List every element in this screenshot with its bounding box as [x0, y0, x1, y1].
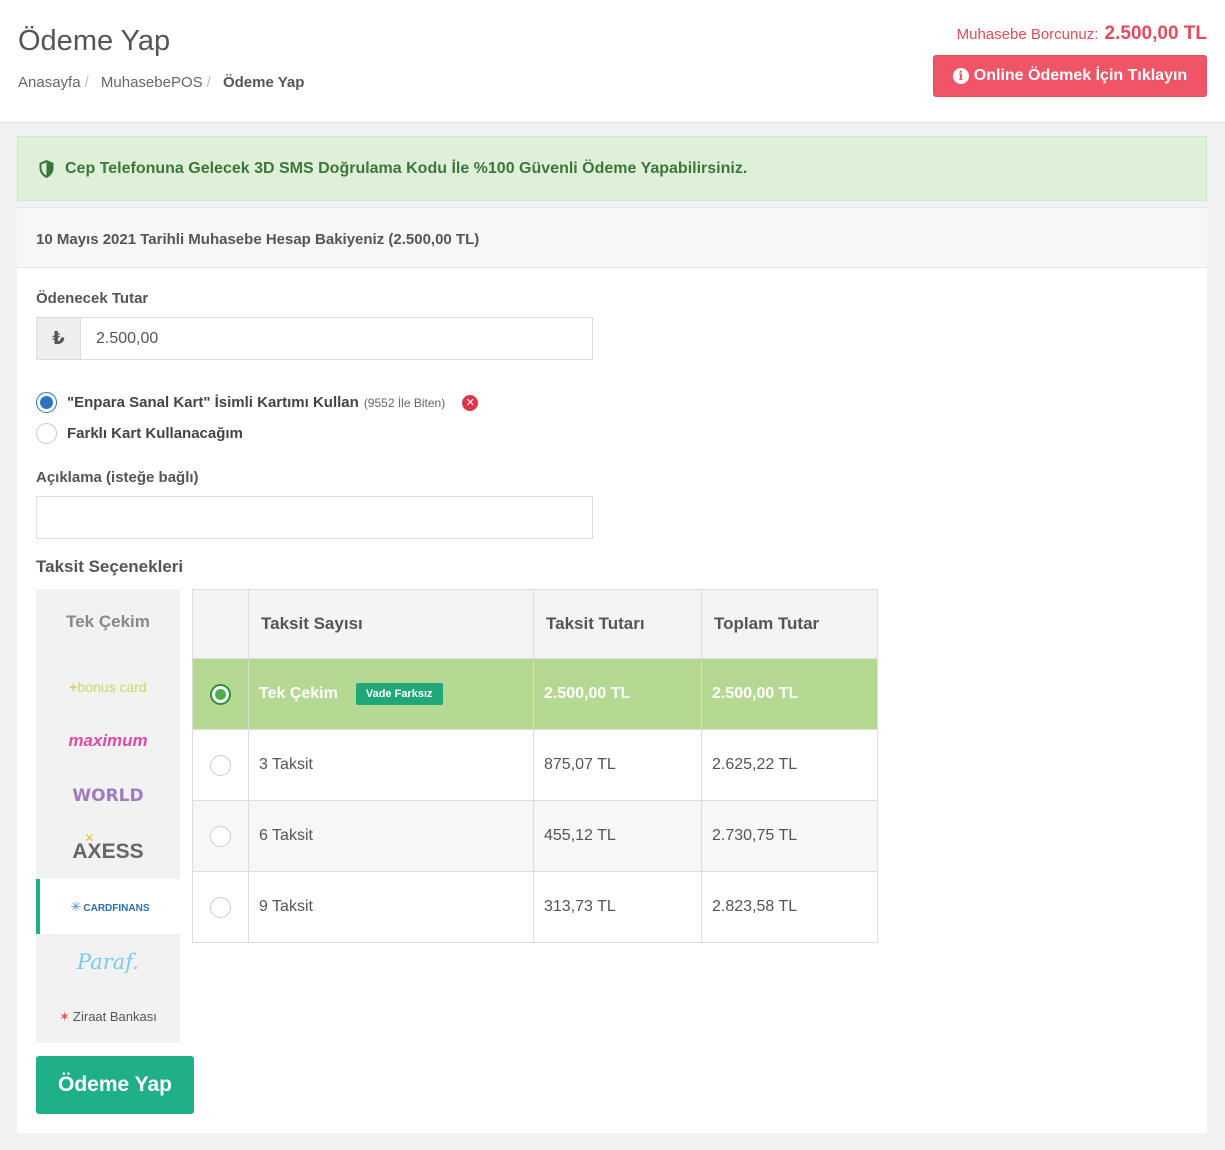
- info-icon: i: [952, 68, 969, 84]
- saved-card-suffix: (9552 İle Biten): [363, 395, 446, 410]
- bank-tab-axess[interactable]: ✕ AXESS: [36, 824, 180, 879]
- radio-header: [192, 589, 249, 659]
- installment-radio[interactable]: [210, 825, 231, 847]
- alert-text: Cep Telefonuna Gelecek 3D SMS Doğrulama …: [65, 159, 748, 177]
- cardfinans-logo: ✳ CARDFINANS: [70, 898, 150, 914]
- online-payment-button[interactable]: i Online Ödemek İçin Tıklayın: [933, 55, 1207, 97]
- header-total: Toplam Tutar: [701, 589, 878, 659]
- bank-tab-cardfinans[interactable]: ✳ CARDFINANS: [36, 879, 180, 934]
- balance-heading: 10 Mayıs 2021 Tarihli Muhasebe Hesap Bak…: [17, 207, 1207, 268]
- table-row[interactable]: 9 Taksit 313,73 TL 2.823,58 TL: [192, 871, 878, 943]
- breadcrumb: Anasayfa / MuhasebePOS / Ödeme Yap: [18, 74, 305, 91]
- description-input[interactable]: [36, 496, 593, 539]
- bank-tek-cekim-label: Tek Çekim: [66, 611, 150, 631]
- lira-icon: ₺: [37, 318, 81, 359]
- installment-total: 2.823,58 TL: [701, 871, 878, 943]
- installment-total: 2.625,22 TL: [701, 729, 878, 801]
- other-card-option[interactable]: Farklı Kart Kullanacağım: [36, 423, 243, 444]
- installment-amount: 313,73 TL: [533, 871, 702, 943]
- bank-tab-tek-cekim[interactable]: Tek Çekim: [36, 594, 180, 649]
- bank-tab-paraf[interactable]: Paraf.: [36, 934, 180, 989]
- installment-count: 3 Taksit: [248, 729, 534, 801]
- installment-amount: 455,12 TL: [533, 800, 702, 872]
- online-payment-label: Online Ödemek İçin Tıklayın: [973, 67, 1188, 84]
- saved-card-radio[interactable]: [36, 392, 57, 413]
- page-title: Ödeme Yap: [18, 25, 171, 57]
- header-installment: Taksit Tutarı: [533, 589, 702, 659]
- breadcrumb-muhasebepos[interactable]: MuhasebePOS: [101, 74, 203, 91]
- breadcrumb-home[interactable]: Anasayfa: [18, 74, 81, 91]
- other-card-radio[interactable]: [36, 423, 57, 444]
- description-label: Açıklama (isteğe bağlı): [36, 469, 199, 486]
- saved-card-label: "Enpara Sanal Kart" İsimli Kartımı Kulla…: [67, 394, 359, 411]
- amount-field[interactable]: ₺ 2.500,00: [36, 317, 593, 360]
- bank-tab-world[interactable]: WORLD: [36, 768, 180, 823]
- no-interest-badge: Vade Farksız: [355, 683, 443, 705]
- installment-count: 9 Taksit: [248, 871, 534, 943]
- installment-count: Tek Çekim: [259, 685, 338, 703]
- table-row[interactable]: 6 Taksit 455,12 TL 2.730,75 TL: [192, 800, 878, 872]
- amount-input[interactable]: 2.500,00: [81, 318, 592, 359]
- paraf-logo: Paraf.: [77, 949, 139, 974]
- world-logo: WORLD: [72, 785, 144, 806]
- installment-total: 2.500,00 TL: [701, 658, 878, 730]
- table-row[interactable]: Tek Çekim Vade Farksız 2.500,00 TL 2.500,…: [192, 658, 878, 730]
- axess-logo: ✕ AXESS: [72, 830, 144, 863]
- debt-summary: Muhasebe Borcunuz: 2.500,00 TL: [957, 23, 1207, 45]
- installments-title: Taksit Seçenekleri: [36, 557, 184, 576]
- installment-total: 2.730,75 TL: [701, 800, 878, 872]
- amount-label: Ödenecek Tutar: [36, 290, 149, 307]
- installment-amount: 875,07 TL: [533, 729, 702, 801]
- installment-count: 6 Taksit: [248, 800, 534, 872]
- table-row[interactable]: 3 Taksit 875,07 TL 2.625,22 TL: [192, 729, 878, 801]
- ziraat-logo: ✶ Ziraat Bankası: [59, 1008, 157, 1024]
- submit-payment-button[interactable]: Ödeme Yap: [36, 1056, 194, 1114]
- breadcrumb-current: Ödeme Yap: [222, 74, 305, 91]
- installment-radio[interactable]: [210, 754, 231, 776]
- other-card-label: Farklı Kart Kullanacağım: [67, 425, 243, 442]
- bank-tab-ziraat[interactable]: ✶ Ziraat Bankası: [36, 989, 180, 1044]
- installment-radio[interactable]: [210, 896, 231, 918]
- debt-label: Muhasebe Borcunuz:: [956, 26, 1099, 43]
- bank-tab-bonus[interactable]: +bonus card: [36, 659, 180, 714]
- remove-card-icon[interactable]: ✕: [462, 394, 479, 411]
- header-count: Taksit Sayısı: [248, 589, 534, 659]
- installment-table: Taksit Sayısı Taksit Tutarı Toplam Tutar…: [192, 589, 878, 943]
- shield-icon: [39, 159, 54, 178]
- installment-amount: 2.500,00 TL: [533, 658, 702, 730]
- secure-payment-alert: Cep Telefonuna Gelecek 3D SMS Doğrulama …: [17, 136, 1207, 201]
- saved-card-option[interactable]: "Enpara Sanal Kart" İsimli Kartımı Kulla…: [36, 392, 479, 413]
- maximum-logo: maximum: [68, 730, 148, 750]
- bonus-logo: +bonus card: [69, 678, 147, 695]
- bank-tabs: Tek Çekim +bonus card maximum WORLD ✕ AXE…: [36, 589, 180, 1043]
- installment-radio[interactable]: [210, 683, 231, 705]
- page-header: Ödeme Yap Anasayfa / MuhasebePOS / Ödeme Y…: [0, 0, 1225, 123]
- bank-tab-maximum[interactable]: maximum: [36, 713, 180, 768]
- payment-panel: 10 Mayıs 2021 Tarihli Muhasebe Hesap Bak…: [17, 207, 1207, 1133]
- debt-amount: 2.500,00 TL: [1104, 23, 1207, 44]
